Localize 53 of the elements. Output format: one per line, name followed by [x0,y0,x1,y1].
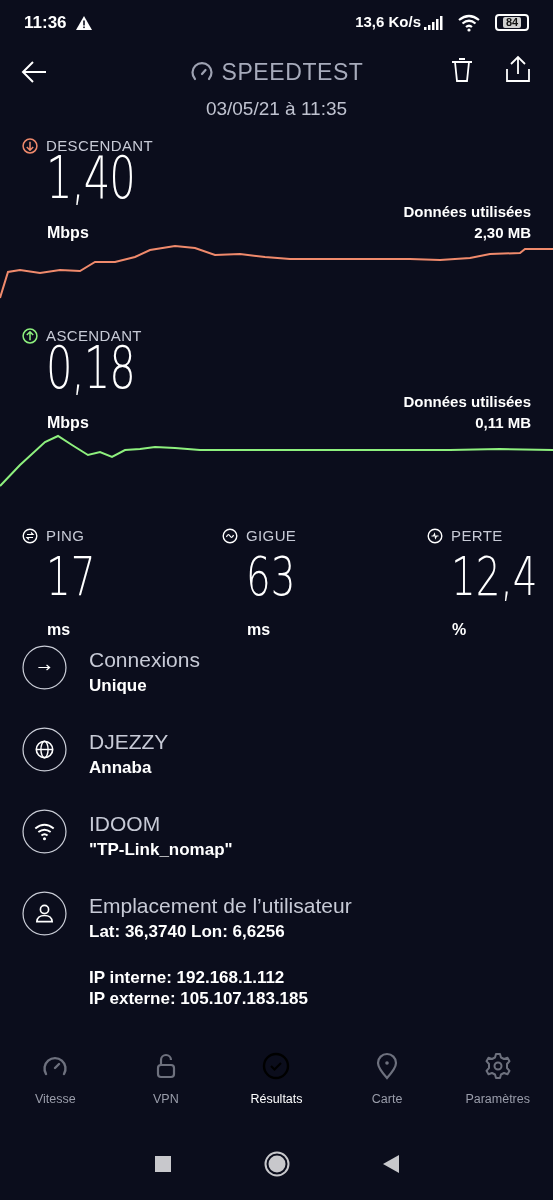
metric-value: 12,4 [451,549,538,604]
delete-button[interactable] [450,57,474,83]
metric-unit: ms [47,619,72,640]
detail-value: Unique [89,675,148,697]
speed-unit: Mbps [47,413,89,433]
recents-button[interactable] [153,1155,172,1173]
speed-unit: Mbps [47,223,89,243]
data-used-label: Données utilisées [403,202,531,222]
nav-tab[interactable]: Résultats [221,1052,332,1109]
back-nav-button[interactable] [381,1154,400,1174]
metric-label: PERTE [451,526,503,546]
ping-icon [22,528,38,545]
app-title: SPEEDTEST [221,58,364,87]
detail-title: Connexions [89,647,200,673]
detail-title: DJEZZY [89,729,169,755]
detail-title: Emplacement de l’utilisateur [89,893,352,919]
metric-label: PING [46,526,85,546]
detail-title: IDOOM [89,811,162,837]
signal-icon [423,14,445,31]
settings-icon [483,1052,512,1080]
warning-icon [74,14,93,31]
detail-value: "TP-Link_nomap" [89,839,233,861]
check-circle-icon [262,1052,291,1080]
result-label: ASCENDANT [46,326,142,344]
metric-label: GIGUE [246,526,297,546]
metric-unit: ms [247,619,272,640]
metric-value: 63 [246,549,296,604]
home-button[interactable] [263,1151,290,1177]
data-used-value: 0,11 MB [475,413,531,433]
pulse-icon [427,528,443,545]
back-button[interactable] [20,60,48,84]
ip-address: IP interne: 192.168.1.112 [89,966,286,988]
user-icon [22,891,67,936]
share-button[interactable] [505,55,531,83]
wifi-icon [22,809,67,854]
result-label: DESCENDANT [46,136,154,154]
ip-address: IP externe: 105.107.183.185 [89,987,309,1009]
network-speed: 13,6 Ko/s [355,12,421,33]
detail-value: Annaba [89,757,153,779]
nav-tab[interactable]: Carte [331,1052,443,1109]
data-used-label: Données utilisées [403,392,531,412]
nav-tab[interactable]: Vitesse [0,1052,111,1109]
nav-tab[interactable]: VPN [110,1052,222,1109]
metric-value: 17 [46,549,96,604]
data-used-value: 2,30 MB [474,223,531,243]
test-date: 03/05/21 à 11:35 [204,97,349,121]
wave-icon [222,528,238,545]
clock: 11:36 [24,11,67,34]
globe-icon [22,727,67,772]
metric-unit: % [452,619,468,640]
battery-icon: 84 [495,14,529,31]
nav-tab[interactable]: Paramètres [442,1052,553,1109]
detail-value: Lat: 36,3740 Lon: 6,6256 [89,921,286,943]
